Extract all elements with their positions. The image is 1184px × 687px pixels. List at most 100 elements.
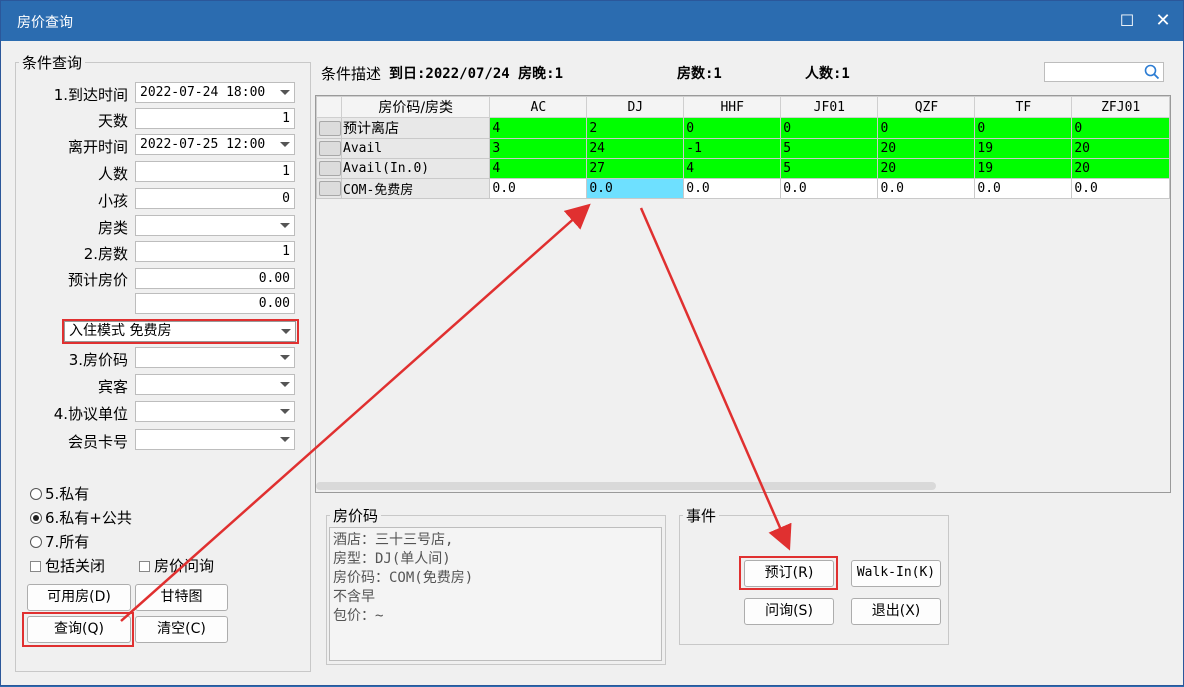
guest-select[interactable] [135,374,295,395]
horizontal-scrollbar[interactable] [316,482,936,490]
inquiry-button[interactable]: 问询(S) [744,598,834,625]
chevron-down-icon[interactable] [280,90,290,95]
table-cell[interactable]: 20 [877,138,976,159]
estimated-price-field[interactable]: 0.00 [135,268,295,289]
column-header[interactable]: AC [489,96,588,118]
rooms-field[interactable]: 1 [135,241,295,262]
search-icon[interactable] [1144,64,1160,80]
table-cell[interactable]: 0 [1071,117,1170,139]
query-button-highlight [22,612,134,647]
chevron-down-icon[interactable] [280,382,290,387]
detail-line: 包价：~ [333,608,384,624]
radio-private-public[interactable]: 6.私有+公共 [30,507,132,528]
table-cell[interactable]: 0.0 [877,178,976,199]
detail-line: 不含早 [333,589,375,605]
query-conditions-legend: 条件查询 [19,52,86,73]
row-selector-header [316,96,342,118]
maximize-icon[interactable]: ☐ [1115,9,1139,33]
table-row[interactable]: COM-免费房 0.0 0.0 0.0 0.0 0.0 0.0 0.0 [316,178,1170,199]
table-cell[interactable]: 0.0 [1071,178,1170,199]
chevron-down-icon[interactable] [280,142,290,147]
persons-field[interactable]: 1 [135,161,295,182]
rate-query-label: 房价问询 [154,557,215,575]
table-cell[interactable]: 4 [489,117,588,139]
table-cell[interactable]: 0.0 [780,178,879,199]
table-cell[interactable]: 19 [974,138,1073,159]
row-selector[interactable] [316,117,342,139]
table-cell[interactable]: 27 [586,158,685,179]
table-cell[interactable]: 3 [489,138,588,159]
row-selector[interactable] [316,158,342,179]
rate-code-select[interactable] [135,347,295,368]
estimated-price-2-field[interactable]: 0.00 [135,293,295,314]
rate-query-checkbox[interactable]: 房价问询 [139,555,214,576]
condition-rooms: 房数:1 [677,66,722,82]
room-type-select[interactable] [135,215,295,236]
arrival-time-value: 2022-07-24 18:00 [140,85,266,100]
table-cell[interactable]: 4 [683,158,782,179]
table-cell[interactable]: 0 [877,117,976,139]
table-cell[interactable]: 20 [1071,158,1170,179]
departure-time-field[interactable]: 2022-07-25 12:00 [135,134,295,155]
events-legend: 事件 [683,505,720,526]
condition-prefix: 条件描述 [321,65,382,83]
column-header[interactable]: QZF [877,96,976,118]
column-header[interactable]: DJ [586,96,685,118]
member-card-select[interactable] [135,429,295,450]
column-header[interactable]: JF01 [780,96,879,118]
chevron-down-icon[interactable] [280,437,290,442]
chevron-down-icon[interactable] [280,223,290,228]
days-field[interactable]: 1 [135,108,295,129]
agreement-unit-select[interactable] [135,401,295,422]
table-cell[interactable]: 4 [489,158,588,179]
table-cell[interactable]: 20 [877,158,976,179]
table-cell[interactable]: 19 [974,158,1073,179]
table-cell[interactable]: 0.0 [489,178,588,199]
radio-icon [30,536,42,548]
table-row[interactable]: Avail 3 24 -1 5 20 19 20 [316,138,1170,159]
table-cell[interactable]: 0.0 [683,178,782,199]
radio-private[interactable]: 5.私有 [30,483,89,504]
table-cell[interactable]: 0.0 [974,178,1073,199]
rate-query-window: 房价查询 ☐ ✕ 条件查询 1.到达时间 2022-07-24 18:00 天数… [0,0,1184,686]
chevron-down-icon[interactable] [280,409,290,414]
radio-icon [30,488,42,500]
table-cell[interactable]: 5 [780,138,879,159]
table-cell[interactable]: 24 [586,138,685,159]
row-selector[interactable] [316,178,342,199]
radio-private-label: 5.私有 [45,485,90,503]
table-cell[interactable]: 0 [974,117,1073,139]
column-header[interactable]: HHF [683,96,782,118]
radio-all[interactable]: 7.所有 [30,531,89,552]
children-field[interactable]: 0 [135,188,295,209]
table-cell[interactable]: 5 [780,158,879,179]
detail-line: 酒店：三十三号店, [333,532,454,548]
rate-code-details: 酒店：三十三号店, 房型：DJ(单人间) 房价码：COM(免费房) 不含早 包价… [329,527,662,661]
table-cell[interactable]: 2 [586,117,685,139]
clear-button[interactable]: 清空(C) [135,616,228,643]
walk-in-button[interactable]: Walk-In(K) [851,560,941,587]
table-cell[interactable]: -1 [683,138,782,159]
table-row[interactable]: 预计离店 4 2 0 0 0 0 0 [316,117,1170,139]
table-cell[interactable]: 0 [683,117,782,139]
column-header: 房价码/房类 [340,96,491,118]
include-closed-checkbox[interactable]: 包括关闭 [30,555,105,576]
include-closed-label: 包括关闭 [45,557,106,575]
search-input[interactable] [1044,62,1164,82]
column-header[interactable]: TF [974,96,1073,118]
table-row[interactable]: Avail(In.0) 4 27 4 5 20 19 20 [316,158,1170,179]
row-header: 预计离店 [340,117,491,139]
row-selector[interactable] [316,138,342,159]
chevron-down-icon[interactable] [280,355,290,360]
title-bar: 房价查询 ☐ ✕ [1,1,1183,41]
close-icon[interactable]: ✕ [1151,9,1175,33]
column-header[interactable]: ZFJ01 [1071,96,1170,118]
gantt-chart-button[interactable]: 甘特图 [135,584,228,611]
exit-button[interactable]: 退出(X) [851,598,941,625]
selected-table-cell[interactable]: 0.0 [586,178,685,199]
table-cell[interactable]: 0 [780,117,879,139]
arrival-time-field[interactable]: 2022-07-24 18:00 [135,82,295,103]
arrival-time-label: 1.到达时间 [53,86,128,104]
available-rooms-button[interactable]: 可用房(D) [27,584,131,611]
table-cell[interactable]: 20 [1071,138,1170,159]
